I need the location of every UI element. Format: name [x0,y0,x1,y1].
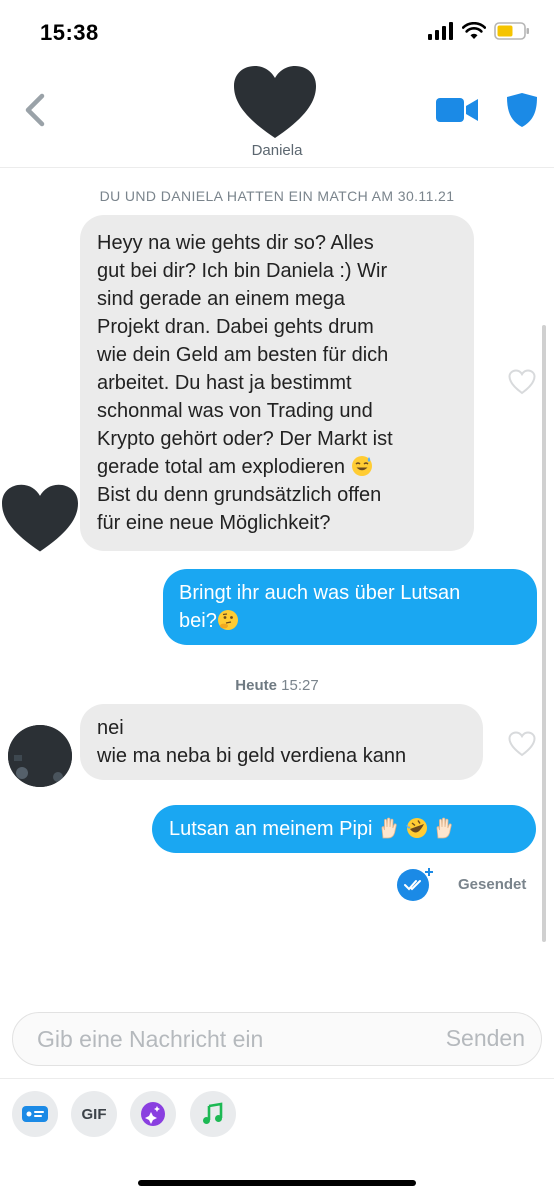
signal-icon [428,22,453,40]
scrollbar[interactable] [542,325,546,942]
message-composer: Senden [12,1012,542,1066]
music-button[interactable] [190,1091,236,1137]
battery-icon [494,22,529,40]
chat-header: Daniela [0,62,554,168]
message-text: Lutsan an meinem Pipi [169,815,519,843]
delivery-status: Gesendet [458,876,527,893]
contact-card-button[interactable] [12,1091,58,1137]
video-call-icon[interactable] [436,96,478,124]
sticker-button[interactable] [130,1091,176,1137]
toolbar-divider [0,1078,554,1079]
sparkle-sticker-icon [141,1102,165,1126]
message-timestamp: Heute 15:27 [0,677,554,694]
status-icons [428,22,530,40]
wifi-icon [462,22,486,39]
message-bubble-outgoing[interactable]: Bringt ihr auch was über Lutsan bei? [163,569,537,645]
status-bar: 15:38 [0,0,554,62]
message-bubble-outgoing[interactable]: Lutsan an meinem Pipi [152,805,536,853]
rofl-emoji [405,818,427,838]
like-heart-icon[interactable] [508,369,536,395]
match-name[interactable]: Daniela [0,142,554,159]
message-bubble-incoming[interactable]: nei wie ma neba bi geld verdiena kann [80,704,483,780]
gif-button[interactable]: GIF [71,1091,117,1137]
timestamp-time: 15:27 [281,677,319,694]
sweat-smile-emoji [351,456,372,476]
send-button[interactable]: Senden [446,1025,525,1052]
like-heart-icon[interactable] [508,731,536,757]
home-indicator [138,1180,416,1186]
shield-icon[interactable] [505,92,539,128]
status-time: 15:38 [40,20,99,45]
raised-hand-emoji [436,817,452,839]
timestamp-day: Heute [235,677,277,694]
match-avatar[interactable] [234,66,316,140]
sender-avatar[interactable] [2,484,78,554]
message-text: nei wie ma neba bi geld verdiena kann [97,717,407,767]
message-text: Bringt ihr auch was über Lutsan bei? [179,582,461,632]
sender-avatar[interactable] [8,725,72,787]
message-bubble-incoming[interactable]: Heyy na wie gehts dir so? Alles gut bei … [80,215,474,551]
thinking-face-emoji [217,610,238,630]
avatar-image [8,725,72,787]
read-receipt-icon[interactable] [396,866,434,902]
message-input[interactable] [37,1013,417,1065]
message-text: Heyy na wie gehts dir so? Alles gut bei … [97,232,393,534]
music-note-icon [203,1102,223,1124]
contact-card-icon [22,1106,48,1122]
match-info: DU UND DANIELA HATTEN EIN MATCH AM 30.11… [99,188,455,204]
back-arrow-icon[interactable] [20,90,50,130]
raised-hand-emoji [381,817,397,839]
